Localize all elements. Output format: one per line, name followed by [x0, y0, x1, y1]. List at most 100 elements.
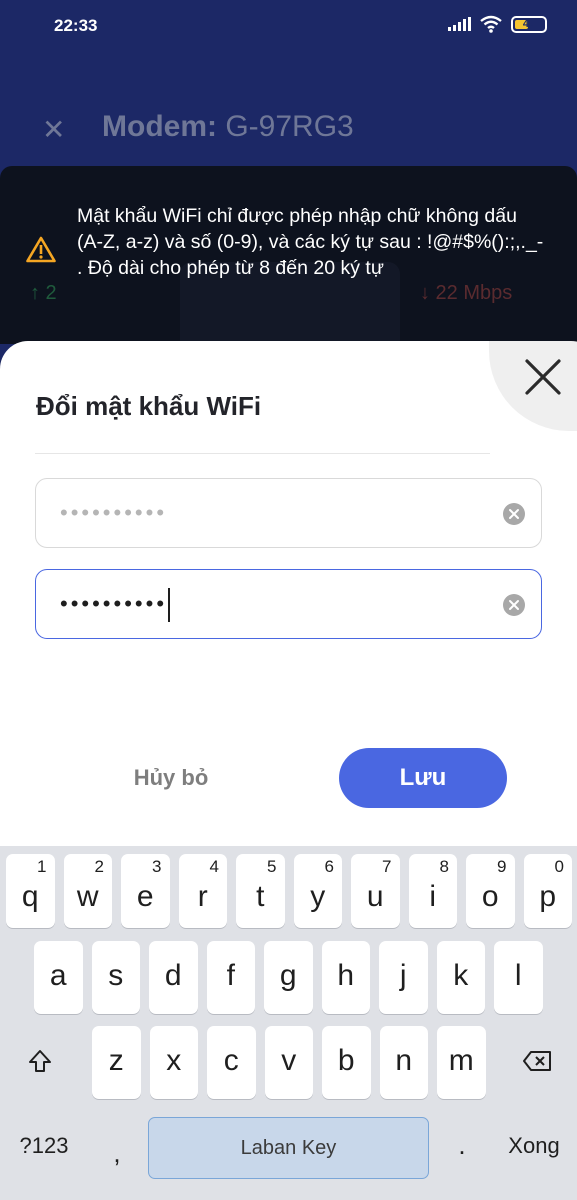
- password-field[interactable]: ••••••••••: [35, 478, 542, 548]
- shift-key[interactable]: [6, 1029, 74, 1093]
- battery-level: 40: [522, 18, 536, 30]
- key-w[interactable]: 2w: [63, 854, 112, 928]
- key-label: o: [481, 880, 499, 913]
- save-button[interactable]: Lưu: [339, 748, 507, 808]
- confirm-password-dots: ••••••••••: [60, 591, 168, 616]
- key-b[interactable]: b: [322, 1026, 371, 1099]
- clear-icon[interactable]: [503, 503, 525, 525]
- key-label: b: [337, 1044, 355, 1077]
- key-hint: 4: [209, 857, 219, 876]
- key-label: a: [49, 959, 67, 992]
- upload-speed: ↑ 2: [30, 282, 57, 304]
- key-hint: 1: [37, 857, 47, 876]
- comma-key[interactable]: ,: [100, 1138, 134, 1168]
- download-speed: ↓ 22 Mbps: [420, 282, 513, 304]
- backspace-icon: [523, 1051, 551, 1071]
- key-label: g: [279, 959, 297, 992]
- text-caret: [168, 588, 171, 623]
- key-label: l: [514, 959, 522, 992]
- key-u[interactable]: 7u: [351, 854, 400, 928]
- shift-icon: [29, 1050, 51, 1072]
- wifi-icon: [480, 15, 502, 33]
- divider: [35, 453, 490, 454]
- background-header: ✕ Modem: G-97RG3: [0, 95, 577, 165]
- key-label: f: [226, 959, 235, 992]
- key-j[interactable]: j: [379, 941, 428, 1014]
- background-title: Modem: G-97RG3: [102, 110, 354, 144]
- key-label: p: [539, 880, 557, 913]
- key-label: i: [429, 880, 437, 913]
- key-n[interactable]: n: [379, 1026, 428, 1099]
- key-label: d: [164, 959, 182, 992]
- signal-icon: [448, 17, 471, 31]
- key-label: z: [108, 1044, 124, 1077]
- key-e[interactable]: 3e: [121, 854, 170, 928]
- status-bar: 22:33 40: [0, 0, 577, 52]
- key-h[interactable]: h: [321, 941, 370, 1014]
- key-label: h: [337, 959, 355, 992]
- key-hint: 7: [382, 857, 392, 876]
- key-label: t: [256, 880, 265, 913]
- key-d[interactable]: d: [149, 941, 198, 1014]
- status-icons: 40: [448, 15, 547, 33]
- key-label: m: [448, 1044, 474, 1077]
- key-hint: 3: [152, 857, 162, 876]
- numbers-key[interactable]: ?123: [6, 1133, 82, 1163]
- key-label: s: [108, 959, 124, 992]
- key-label: n: [395, 1044, 413, 1077]
- title-bold: Modem:: [102, 110, 217, 143]
- key-hint: 9: [497, 857, 507, 876]
- close-icon: [525, 359, 561, 395]
- key-hint: 2: [94, 857, 104, 876]
- status-time: 22:33: [54, 16, 98, 35]
- key-label: e: [136, 880, 154, 913]
- key-hint: 8: [439, 857, 449, 876]
- key-label: q: [21, 880, 39, 913]
- key-hint: 6: [324, 857, 334, 876]
- key-r[interactable]: 4r: [178, 854, 227, 928]
- key-label: w: [76, 880, 99, 913]
- cancel-button[interactable]: Hủy bỏ: [112, 748, 230, 808]
- backspace-key[interactable]: [503, 1029, 571, 1093]
- key-k[interactable]: k: [436, 941, 485, 1014]
- key-c[interactable]: c: [207, 1026, 256, 1099]
- dialog-title: Đổi mật khẩu WiFi: [36, 391, 262, 421]
- key-l[interactable]: l: [494, 941, 543, 1014]
- key-label: c: [223, 1044, 239, 1077]
- key-g[interactable]: g: [264, 941, 313, 1014]
- warning-icon: [26, 236, 56, 268]
- key-s[interactable]: s: [91, 941, 140, 1014]
- key-p[interactable]: 0p: [523, 854, 572, 928]
- space-key[interactable]: Laban Key: [148, 1117, 429, 1179]
- key-label: x: [166, 1044, 182, 1077]
- close-icon: ✕: [42, 114, 66, 145]
- warning-message: Mật khẩu WiFi chỉ được phép nhập chữ khô…: [77, 205, 544, 279]
- period-key[interactable]: .: [445, 1130, 479, 1160]
- key-z[interactable]: z: [92, 1026, 141, 1099]
- key-v[interactable]: v: [264, 1026, 313, 1099]
- key-i[interactable]: 8i: [408, 854, 457, 928]
- key-label: j: [399, 959, 407, 992]
- confirm-password-value: ••••••••••: [60, 570, 171, 637]
- key-y[interactable]: 6y: [293, 854, 342, 928]
- key-x[interactable]: x: [149, 1026, 198, 1099]
- key-label: u: [366, 880, 384, 913]
- key-t[interactable]: 5t: [236, 854, 285, 928]
- key-label: y: [310, 880, 326, 913]
- key-a[interactable]: a: [34, 941, 83, 1014]
- done-key[interactable]: Xong: [494, 1133, 574, 1163]
- key-hint: 0: [554, 857, 564, 876]
- battery-icon: 40: [511, 15, 547, 33]
- key-m[interactable]: m: [437, 1026, 486, 1099]
- key-o[interactable]: 9o: [466, 854, 515, 928]
- key-label: k: [453, 959, 469, 992]
- key-label: r: [197, 880, 208, 913]
- clear-icon[interactable]: [503, 594, 525, 616]
- key-hint: 5: [267, 857, 277, 876]
- key-q[interactable]: 1q: [6, 854, 55, 928]
- key-f[interactable]: f: [206, 941, 255, 1014]
- confirm-password-field[interactable]: ••••••••••: [35, 569, 542, 639]
- key-label: v: [281, 1044, 297, 1077]
- password-value: ••••••••••: [60, 500, 168, 525]
- title-model: G-97RG3: [225, 110, 354, 143]
